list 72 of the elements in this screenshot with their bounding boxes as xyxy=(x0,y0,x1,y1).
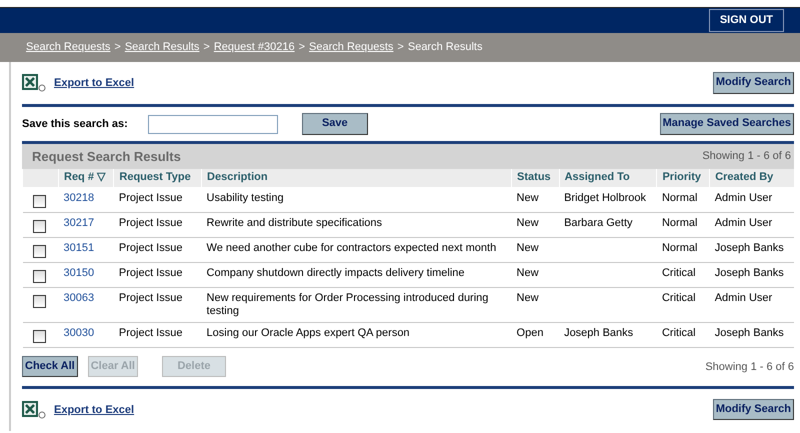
creator-cell: Admin User xyxy=(714,292,772,304)
row-checkbox[interactable] xyxy=(32,220,46,232)
export-to-excel-link[interactable]: Export to Excel xyxy=(54,74,134,92)
status-cell: New xyxy=(516,216,539,228)
creator-cell: Joseph Banks xyxy=(714,266,784,278)
priority-cell: Normal xyxy=(662,216,698,228)
status-cell: New xyxy=(516,242,539,254)
column-header[interactable]: Request Type xyxy=(114,169,202,187)
priority-cell: Critical xyxy=(662,266,696,278)
status-cell: New xyxy=(516,266,539,278)
priority-cell: Critical xyxy=(662,326,696,339)
status-cell: Open xyxy=(516,326,544,339)
search-name-field[interactable] xyxy=(148,114,278,134)
save-button[interactable]: Save xyxy=(302,113,368,135)
status-cell: New xyxy=(516,292,539,304)
action-button[interactable]: Check All xyxy=(22,356,78,378)
priority-cell: Critical xyxy=(662,292,696,304)
export-to-excel-link[interactable]: Export to Excel xyxy=(54,402,134,418)
row-checkbox[interactable] xyxy=(32,194,46,208)
creator-cell: Joseph Banks xyxy=(714,242,784,254)
request-id-link[interactable]: 30217 xyxy=(64,216,94,228)
results-count: Showing 1 - 6 of 6 xyxy=(705,360,794,375)
spreadsheet-icon[interactable] xyxy=(22,74,46,92)
row-checkbox[interactable] xyxy=(32,270,46,282)
status-cell: New xyxy=(516,192,539,204)
priority-cell: Normal xyxy=(662,242,698,254)
request-type-cell: Project Issue xyxy=(118,292,182,304)
results-title: Request Search Results xyxy=(32,148,181,166)
request-id-link[interactable]: 30063 xyxy=(64,292,94,304)
save-search-label: Save this search as: xyxy=(22,116,128,132)
description-cell: We need another cube for contractors expected next month xyxy=(206,242,496,254)
column-header[interactable]: Assigned To xyxy=(559,169,657,187)
request-type-cell: Project Issue xyxy=(118,326,182,339)
row-checkbox[interactable] xyxy=(32,330,46,343)
request-type-cell: Project Issue xyxy=(118,242,182,254)
results-count: Showing 1 - 6 of 6 xyxy=(702,149,791,164)
priority-cell: Normal xyxy=(662,192,698,204)
column-header[interactable]: Req # ▽ xyxy=(58,169,114,187)
breadcrumb-separator: > xyxy=(397,40,404,56)
assignee-cell: Barbara Getty xyxy=(564,216,633,228)
description-cell: Company shutdown directly impacts delivery timeline xyxy=(206,266,465,278)
request-id-link[interactable]: 30151 xyxy=(64,242,94,254)
modify-search-button[interactable]: Modify Search xyxy=(712,399,794,420)
request-type-cell: Project Issue xyxy=(118,266,182,278)
column-header[interactable]: Created By xyxy=(710,169,794,187)
sign-out-button[interactable]: SIGN OUT xyxy=(708,9,784,32)
row-checkbox[interactable] xyxy=(32,294,46,308)
breadcrumb-separator: > xyxy=(298,40,306,56)
request-id-link[interactable]: 30218 xyxy=(64,192,94,204)
spreadsheet-icon[interactable] xyxy=(22,400,46,419)
request-id-link[interactable]: 30030 xyxy=(64,326,94,339)
breadcrumb-separator: > xyxy=(203,40,210,56)
breadcrumb-current: Search Results xyxy=(408,40,482,56)
creator-cell: Admin User xyxy=(714,192,772,204)
description-cell: Losing our Oracle Apps expert QA person xyxy=(206,326,410,339)
creator-cell: Joseph Banks xyxy=(714,326,784,339)
description-cell: Rewrite and distribute specifications xyxy=(206,216,382,228)
creator-cell: Admin User xyxy=(714,216,772,228)
column-header[interactable]: Priority xyxy=(656,169,710,187)
row-checkbox[interactable] xyxy=(32,244,46,258)
assignee-cell: Joseph Banks xyxy=(564,326,634,339)
manage-saved-searches-button[interactable]: Manage Saved Searches xyxy=(660,113,794,135)
request-type-cell: Project Issue xyxy=(118,216,182,228)
description-cell: Usability testing xyxy=(206,192,284,204)
breadcrumb-separator: > xyxy=(114,40,121,56)
description-cell: New requirements for Order Processing introduced during testing xyxy=(206,292,488,317)
request-id-link[interactable]: 30150 xyxy=(64,266,94,278)
column-header[interactable]: Description xyxy=(202,169,512,187)
request-type-cell: Project Issue xyxy=(118,192,182,204)
modify-search-button[interactable]: Modify Search xyxy=(712,72,794,94)
assignee-cell: Bridget Holbrook xyxy=(564,192,646,204)
column-header[interactable]: Status xyxy=(512,169,560,187)
